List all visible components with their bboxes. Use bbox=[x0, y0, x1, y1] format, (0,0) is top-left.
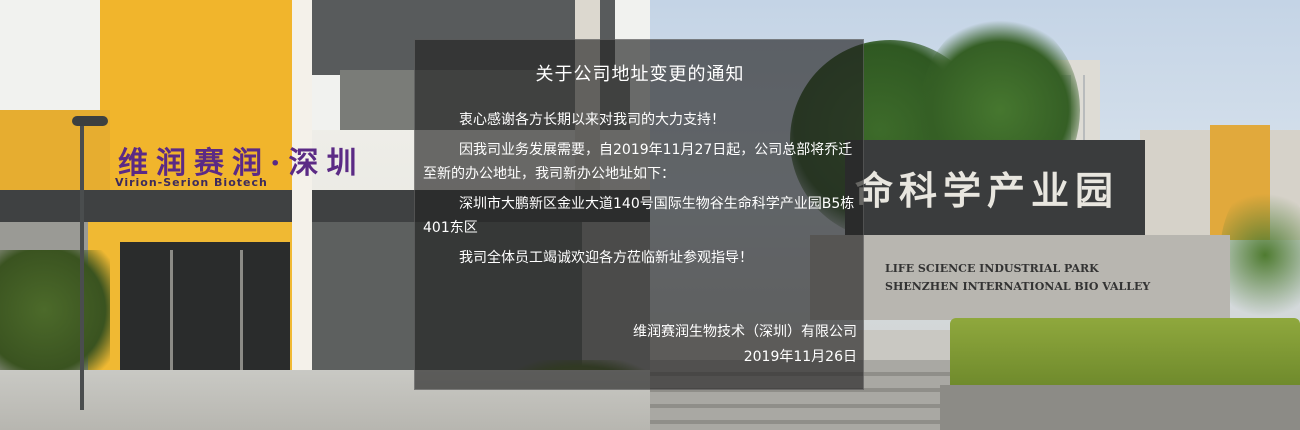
park-stone-sign bbox=[810, 235, 1230, 320]
notice-paragraph: 衷心感谢各方长期以来对我司的大力支持！ bbox=[459, 112, 725, 128]
notice-paragraph: 深圳市大鹏新区金业大道140号国际生物谷生命科学产业园B5栋401东区 bbox=[423, 196, 855, 236]
hedge bbox=[950, 318, 1300, 386]
notice-banner: 维润赛润·深圳 Virion-Serion Biotech 命科学产业园 LIF… bbox=[0, 0, 1300, 430]
street-lamp bbox=[80, 120, 84, 410]
park-sign-chinese: 命科学产业园 bbox=[855, 168, 1120, 213]
notice-panel: 关于公司地址变更的通知 衷心感谢各方长期以来对我司的大力支持！ 因我司业务发展需… bbox=[414, 39, 864, 390]
park-sign-english-line2: SHENZHEN INTERNATIONAL BIO VALLEY bbox=[885, 280, 1151, 293]
park-sign-english-line1: LIFE SCIENCE INDUSTRIAL PARK bbox=[885, 262, 1099, 275]
notice-signature: 维润赛润生物技术（深圳）有限公司 2019年11月26日 bbox=[633, 320, 857, 370]
building-entrance bbox=[120, 242, 290, 370]
notice-title: 关于公司地址变更的通知 bbox=[535, 64, 745, 85]
company-name: 维润赛润生物技术（深圳）有限公司 bbox=[633, 324, 857, 340]
notice-paragraph: 我司全体员工竭诚欢迎各方莅临新址参观指导！ bbox=[459, 250, 753, 266]
notice-paragraph: 因我司业务发展需要，自2019年11月27日起，公司总部将乔迁至新的办公地址，我… bbox=[423, 142, 853, 182]
notice-date: 2019年11月26日 bbox=[743, 349, 857, 365]
notice-body: 衷心感谢各方长期以来对我司的大力支持！ 因我司业务发展需要，自2019年11月2… bbox=[423, 108, 859, 270]
building-sign-english: Virion-Serion Biotech bbox=[115, 176, 268, 189]
